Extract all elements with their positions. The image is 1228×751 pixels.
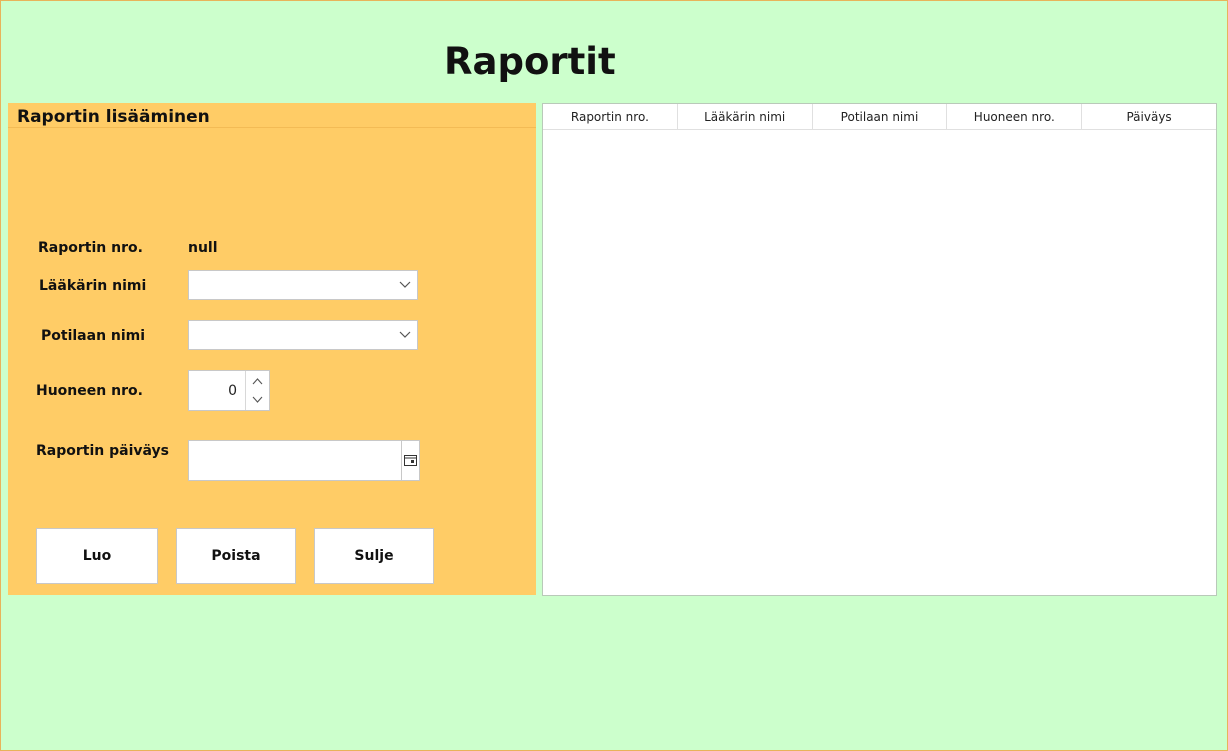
create-button[interactable]: Luo (36, 528, 158, 584)
add-report-panel: Raportin lisääminen Raportin nro. null L… (8, 103, 536, 595)
panel-header: Raportin lisääminen (8, 103, 536, 128)
doctor-select[interactable] (188, 270, 418, 300)
column-header-date[interactable]: Päiväys (1082, 104, 1216, 129)
report-no-value: null (188, 240, 218, 256)
page-title: Raportit (444, 40, 616, 83)
patient-label: Potilaan nimi (41, 328, 146, 344)
column-header-doctor[interactable]: Lääkärin nimi (678, 104, 813, 129)
chevron-up-icon[interactable] (246, 372, 269, 391)
column-header-patient[interactable]: Potilaan nimi (813, 104, 948, 129)
date-label: Raportin päiväys (36, 443, 169, 459)
delete-button[interactable]: Poista (176, 528, 296, 584)
report-no-label: Raportin nro. (38, 240, 143, 256)
column-header-room[interactable]: Huoneen nro. (947, 104, 1083, 129)
doctor-label: Lääkärin nimi (39, 278, 147, 294)
datepicker-separator (401, 441, 402, 480)
close-button[interactable]: Sulje (314, 528, 434, 584)
panel-title: Raportin lisääminen (17, 107, 210, 127)
room-label: Huoneen nro. (36, 383, 143, 399)
chevron-down-icon[interactable] (246, 391, 269, 410)
chevron-down-icon (399, 331, 411, 338)
calendar-icon[interactable] (404, 455, 417, 466)
column-header-report-no[interactable]: Raportin nro. (543, 104, 678, 129)
room-number-value: 0 (228, 383, 237, 399)
reports-table[interactable]: Raportin nro. Lääkärin nimi Potilaan nim… (542, 103, 1217, 596)
report-date-picker[interactable] (188, 440, 420, 481)
patient-select[interactable] (188, 320, 418, 350)
room-number-spinner[interactable]: 0 (188, 370, 270, 411)
chevron-down-icon (399, 281, 411, 288)
table-header: Raportin nro. Lääkärin nimi Potilaan nim… (543, 104, 1216, 130)
